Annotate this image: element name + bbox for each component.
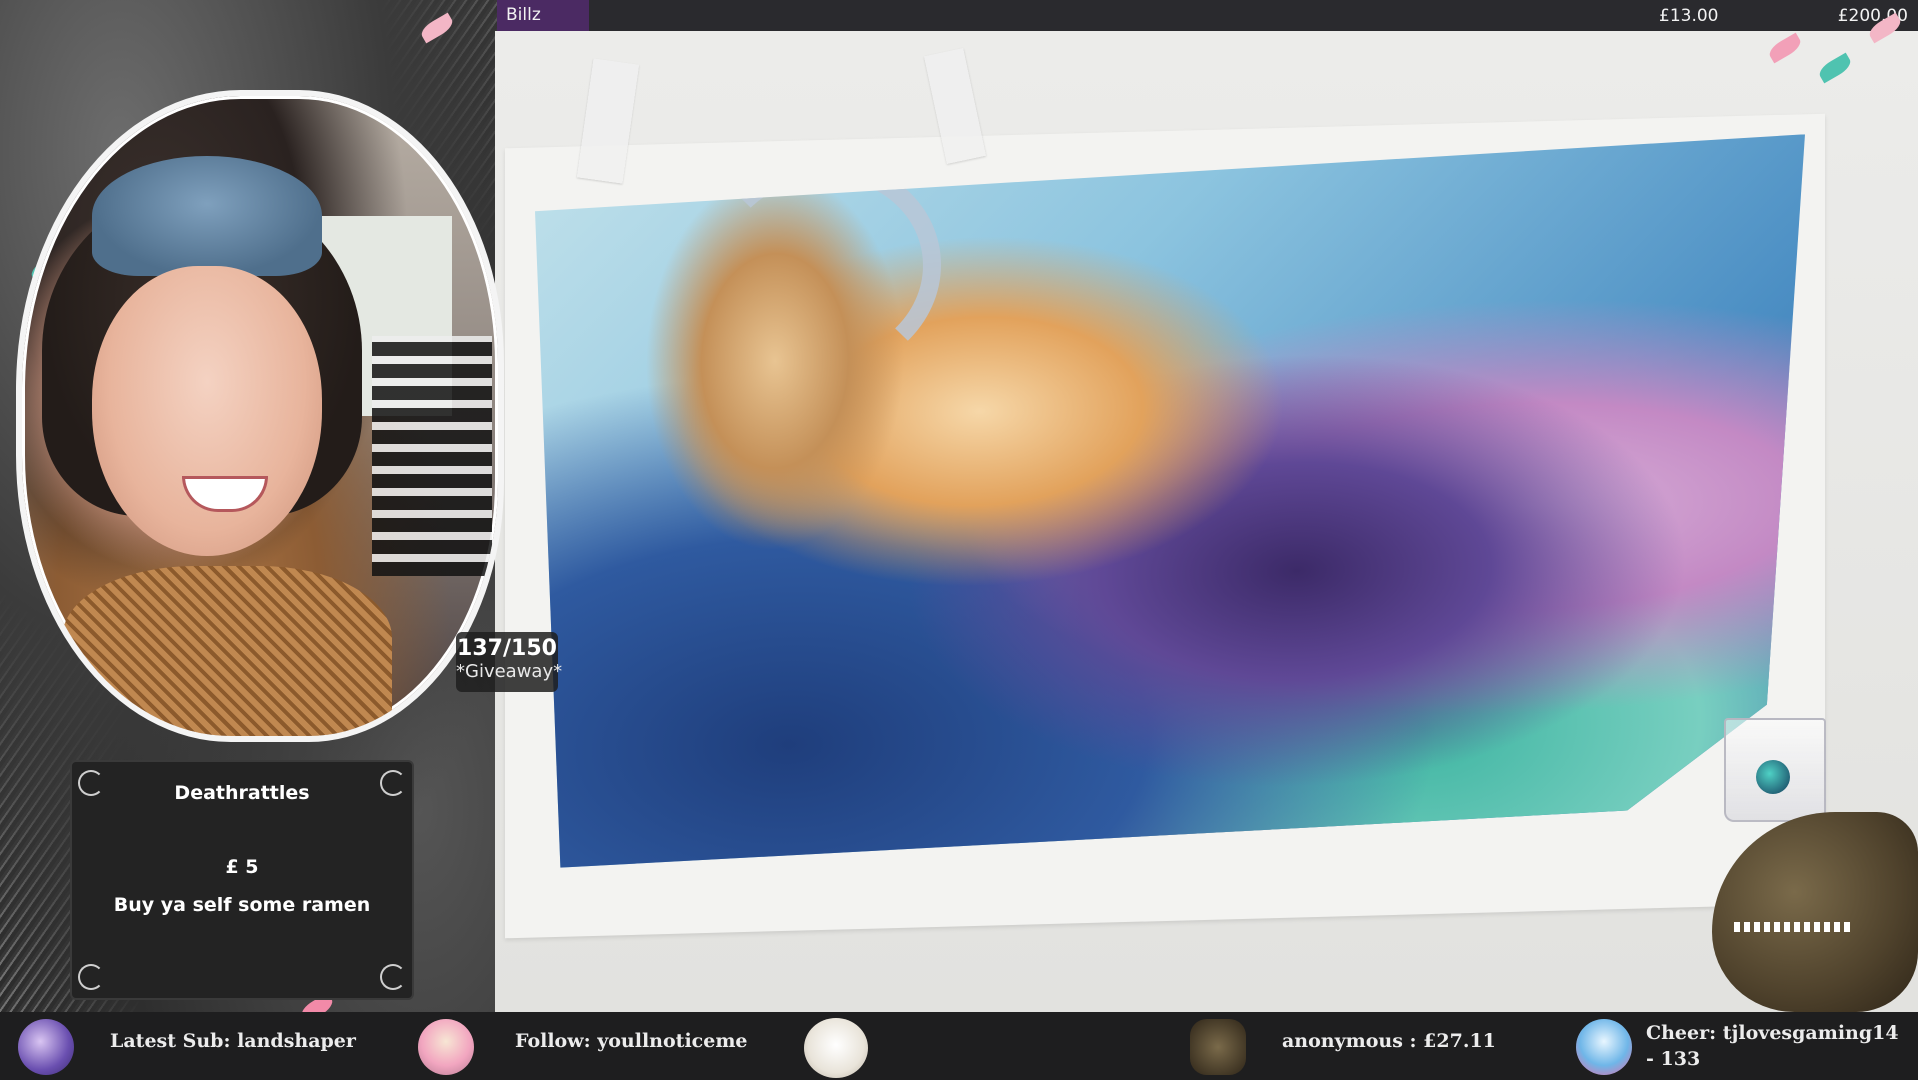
webcam-feed: [16, 90, 504, 742]
leaf-decoration: [1816, 52, 1854, 84]
watercolor-paper: [505, 113, 1825, 939]
leaf-decoration: [1766, 32, 1804, 64]
donation-text: anonymous : £27.11: [1282, 1030, 1496, 1052]
alert-donor-name: Deathrattles: [174, 782, 310, 804]
streamer-top: [62, 566, 392, 736]
alert-amount: £ 5: [225, 856, 259, 878]
chair: [372, 336, 492, 576]
latest-sub-item: Latest Sub: landshaper: [0, 1012, 400, 1080]
follow-item: Follow: youllnoticeme: [410, 1012, 830, 1080]
dinosaur-teeth: [1734, 922, 1854, 932]
cockatoo-icon: [418, 1019, 474, 1075]
giveaway-counter: 137/150 *Giveaway*: [456, 632, 563, 692]
streamer-beanie: [92, 156, 322, 276]
donation-goal-bar: Billz £13.00 £200.00: [497, 0, 1918, 31]
drinking-glass: [1724, 718, 1826, 822]
goal-name: Billz: [506, 5, 541, 25]
glass-ornament: [1756, 760, 1790, 794]
sheep-icon: [804, 1018, 868, 1078]
leaf-decoration: [1866, 12, 1904, 44]
giveaway-label: *Giveaway*: [456, 661, 563, 682]
swirl-decoration: [380, 964, 406, 990]
goal-current-amount: £13.00: [1659, 6, 1719, 26]
latest-sub-text: Latest Sub: landshaper: [110, 1030, 356, 1052]
donation-item: anonymous : £27.11: [1190, 1012, 1530, 1080]
painting-canvas-area: [495, 31, 1918, 1012]
swirl-decoration: [78, 964, 104, 990]
giveaway-count: 137/150: [457, 636, 557, 661]
alert-message: Buy ya self some ramen: [113, 894, 371, 916]
unicorn-icon: [18, 1019, 74, 1075]
cheer-item: Cheer: tjlovesgaming14 - 133: [1572, 1012, 1918, 1080]
event-ticker: Latest Sub: landshaper Follow: youllnoti…: [0, 1012, 1918, 1080]
dragon-horn: [705, 157, 941, 379]
parrot-icon: [1576, 1019, 1632, 1075]
cheer-text: Cheer: tjlovesgaming14 - 133: [1646, 1022, 1899, 1070]
follow-text: Follow: youllnoticeme: [515, 1030, 748, 1052]
overlay-art-right: [1748, 0, 1918, 110]
donation-alert: Deathrattles £ 5 Buy ya self some ramen: [72, 762, 412, 998]
streamer-face: [92, 266, 322, 556]
dragon-painting: [535, 134, 1805, 897]
dinosaur-icon: [1190, 1019, 1246, 1075]
leaf-decoration: [418, 12, 456, 44]
